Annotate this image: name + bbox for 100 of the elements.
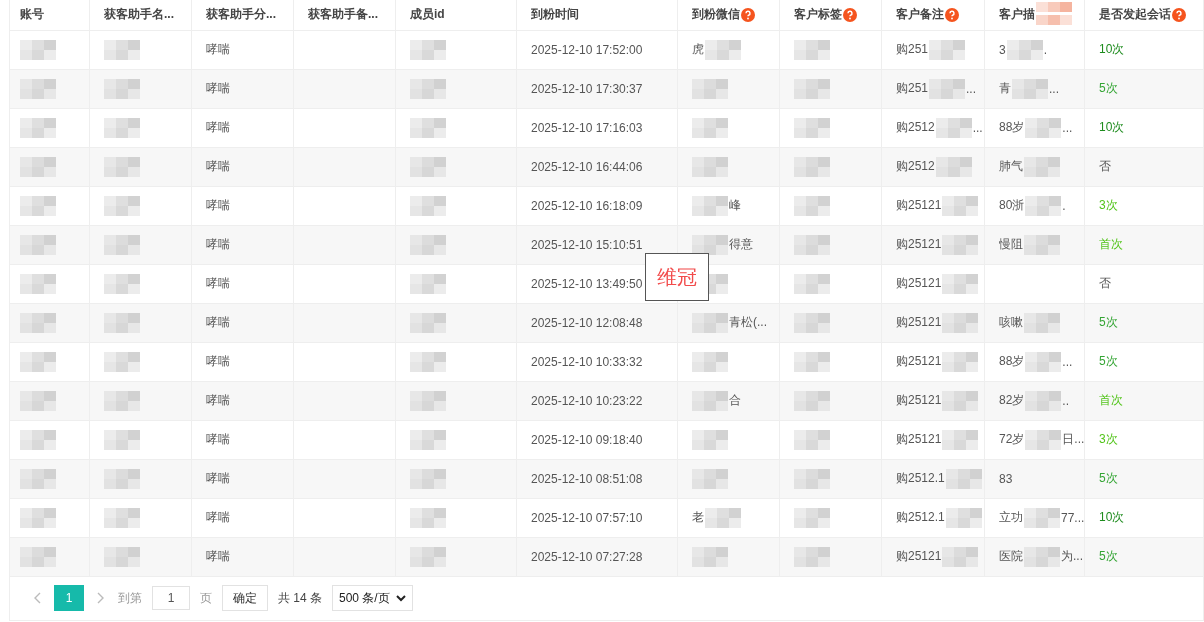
table-cell: 2025-12-10 09:18:40 bbox=[531, 432, 643, 447]
page-size-select[interactable]: 500 条/页 bbox=[332, 585, 413, 611]
table-cell: 82岁 bbox=[999, 392, 1025, 409]
table-cell: 哮喘 bbox=[206, 158, 230, 175]
table-cell: 购25121 bbox=[896, 548, 942, 565]
table-cell: 虎 bbox=[692, 41, 704, 58]
table-cell: 购2512 bbox=[896, 158, 935, 175]
table-cell: 购2512.1 bbox=[896, 470, 945, 487]
table-cell: 2025-12-10 07:57:10 bbox=[531, 510, 643, 525]
table-cell: 2025-12-10 08:51:08 bbox=[531, 471, 643, 486]
table-cell: 哮喘 bbox=[206, 119, 230, 136]
table-cell: . bbox=[1062, 198, 1066, 213]
table-cell: 2025-12-10 10:23:22 bbox=[531, 393, 643, 408]
session-count: 5次 bbox=[1099, 470, 1118, 487]
column-header: 获客助手分... bbox=[206, 6, 276, 24]
table-cell: . bbox=[1043, 42, 1048, 57]
column-header: 客户标签 bbox=[794, 6, 842, 24]
table-cell: 购25121 bbox=[896, 236, 942, 253]
session-count: 10次 bbox=[1099, 119, 1125, 136]
page-input[interactable]: 1 bbox=[152, 586, 190, 610]
table-cell: 2025-12-10 15:10:51 bbox=[531, 237, 643, 252]
caret-icon bbox=[395, 594, 406, 602]
column-header: 成员id bbox=[410, 6, 445, 24]
table-cell: ... bbox=[1062, 354, 1073, 369]
table-cell: 哮喘 bbox=[206, 80, 230, 97]
session-count: 5次 bbox=[1099, 353, 1118, 370]
table-cell: 购25121 bbox=[896, 353, 942, 370]
table-cell: 2025-12-10 17:52:00 bbox=[531, 42, 643, 57]
session-count: 否 bbox=[1099, 275, 1111, 292]
table-cell: ... bbox=[1049, 81, 1059, 96]
table-cell: 哮喘 bbox=[206, 314, 230, 331]
session-count: 3次 bbox=[1099, 197, 1118, 214]
table-cell: 2025-12-10 16:18:09 bbox=[531, 198, 643, 213]
table-cell: ... bbox=[972, 120, 983, 135]
table-cell: 2025-12-10 16:44:06 bbox=[531, 159, 643, 174]
table-cell: 哮喘 bbox=[206, 353, 230, 370]
session-count: 否 bbox=[1099, 158, 1111, 175]
table-cell: 2025-12-10 17:16:03 bbox=[531, 120, 643, 135]
session-count: 3次 bbox=[1099, 431, 1118, 448]
column-header: 客户备注 bbox=[896, 6, 944, 24]
table-cell: .. bbox=[1062, 393, 1070, 408]
page-unit-label: 页 bbox=[200, 589, 212, 607]
table-cell: ... bbox=[1062, 120, 1073, 135]
table-cell: 2025-12-10 17:30:37 bbox=[531, 81, 643, 96]
table-cell: 医院 bbox=[999, 548, 1023, 565]
table-cell: 2025-12-10 10:33:32 bbox=[531, 354, 643, 369]
column-header: 获客助手名... bbox=[104, 6, 174, 24]
table-cell: 购25121 bbox=[896, 275, 942, 292]
table-cell: 哮喘 bbox=[206, 509, 230, 526]
table-cell: 哮喘 bbox=[206, 197, 230, 214]
table-cell: 哮喘 bbox=[206, 431, 230, 448]
table-cell: 哮喘 bbox=[206, 236, 230, 253]
table-cell: 80浙 bbox=[999, 197, 1025, 214]
table-cell: 得意 bbox=[729, 236, 753, 253]
session-count: 首次 bbox=[1099, 392, 1123, 409]
column-header: 账号 bbox=[20, 6, 44, 24]
table-cell: 3 bbox=[999, 42, 1006, 57]
table-cell: 青松(... bbox=[729, 314, 767, 331]
column-header: 到粉微信 bbox=[692, 6, 740, 24]
goto-label: 到第 bbox=[118, 589, 142, 607]
table-cell: 哮喘 bbox=[206, 470, 230, 487]
table-cell: 肺气 bbox=[999, 158, 1023, 175]
table-cell: 日... bbox=[1062, 431, 1084, 448]
table-cell: 咳嗽 bbox=[999, 314, 1023, 331]
table-cell: 购2512 bbox=[896, 119, 935, 136]
session-count: 5次 bbox=[1099, 80, 1118, 97]
column-header: 客户描 bbox=[999, 6, 1035, 24]
table-cell: 老 bbox=[692, 509, 704, 526]
session-count: 10次 bbox=[1099, 41, 1125, 58]
table-cell: 购25121 bbox=[896, 392, 942, 409]
table-cell: 哮喘 bbox=[206, 392, 230, 409]
table-cell: 哮喘 bbox=[206, 275, 230, 292]
table-cell: 88岁 bbox=[999, 353, 1025, 370]
table-cell: 立功 bbox=[999, 509, 1023, 526]
table-cell: 77... bbox=[1061, 510, 1084, 525]
session-count: 10次 bbox=[1099, 509, 1125, 526]
table-cell: 购25121 bbox=[896, 431, 942, 448]
table-cell: 购251 bbox=[896, 80, 929, 97]
table-cell: 购25121 bbox=[896, 314, 942, 331]
table-cell: 2025-12-10 12:08:48 bbox=[531, 315, 643, 330]
table-cell: ... bbox=[966, 81, 977, 96]
session-count: 5次 bbox=[1099, 314, 1118, 331]
table-cell: 慢阻 bbox=[999, 236, 1023, 253]
table-cell: 72岁 bbox=[999, 431, 1025, 448]
table-cell: 2025-12-10 13:49:50 bbox=[531, 276, 643, 291]
confirm-button[interactable]: 确定 bbox=[222, 585, 268, 611]
table-cell: 青 bbox=[999, 80, 1011, 97]
session-count: 首次 bbox=[1099, 236, 1123, 253]
table-cell: 峰 bbox=[729, 197, 741, 214]
column-header: 到粉时间 bbox=[531, 6, 579, 24]
column-header: 是否发起会话 bbox=[1099, 6, 1171, 24]
table-cell: 哮喘 bbox=[206, 41, 230, 58]
table-cell: 2025-12-10 07:27:28 bbox=[531, 549, 643, 564]
table-cell: 为... bbox=[1061, 548, 1083, 565]
annotation-label: 维冠 bbox=[645, 253, 709, 301]
table-cell: 购2512.1 bbox=[896, 509, 945, 526]
table-cell: 购251 bbox=[896, 41, 929, 58]
table-cell: 合 bbox=[729, 392, 741, 409]
table-cell: 83 bbox=[999, 471, 1013, 486]
session-count: 5次 bbox=[1099, 548, 1118, 565]
